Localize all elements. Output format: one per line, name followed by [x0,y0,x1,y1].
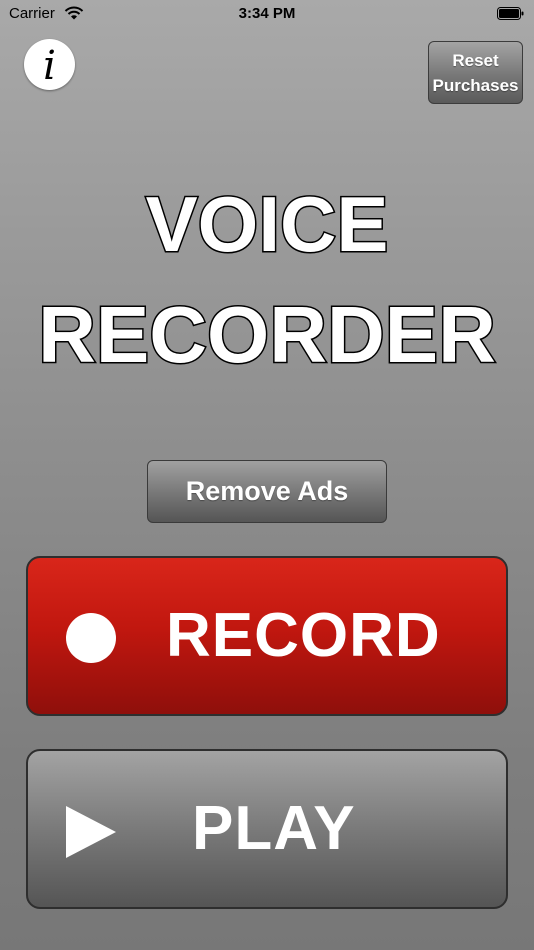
app-title-line1: VOICE [144,180,390,268]
status-time: 3:34 PM [238,5,296,22]
info-button[interactable]: i [24,39,75,90]
record-dot-icon [66,613,116,663]
reset-purchases-button[interactable]: Reset Purchases [428,41,523,104]
play-label: PLAY [192,794,356,863]
app-title-line2: RECORDER [37,290,498,379]
play-icon [66,806,116,858]
record-button[interactable]: RECORD [26,556,508,716]
info-icon: i [43,42,56,89]
remove-ads-button[interactable]: Remove Ads [147,460,387,523]
play-button[interactable]: PLAY [26,749,508,909]
reset-purchases-label-line1: Reset [452,51,499,70]
reset-purchases-label-line2: Purchases [432,76,519,95]
battery-icon [497,7,524,20]
status-bar: Carrier 3:34 PM [0,0,534,28]
record-label: RECORD [166,601,441,670]
